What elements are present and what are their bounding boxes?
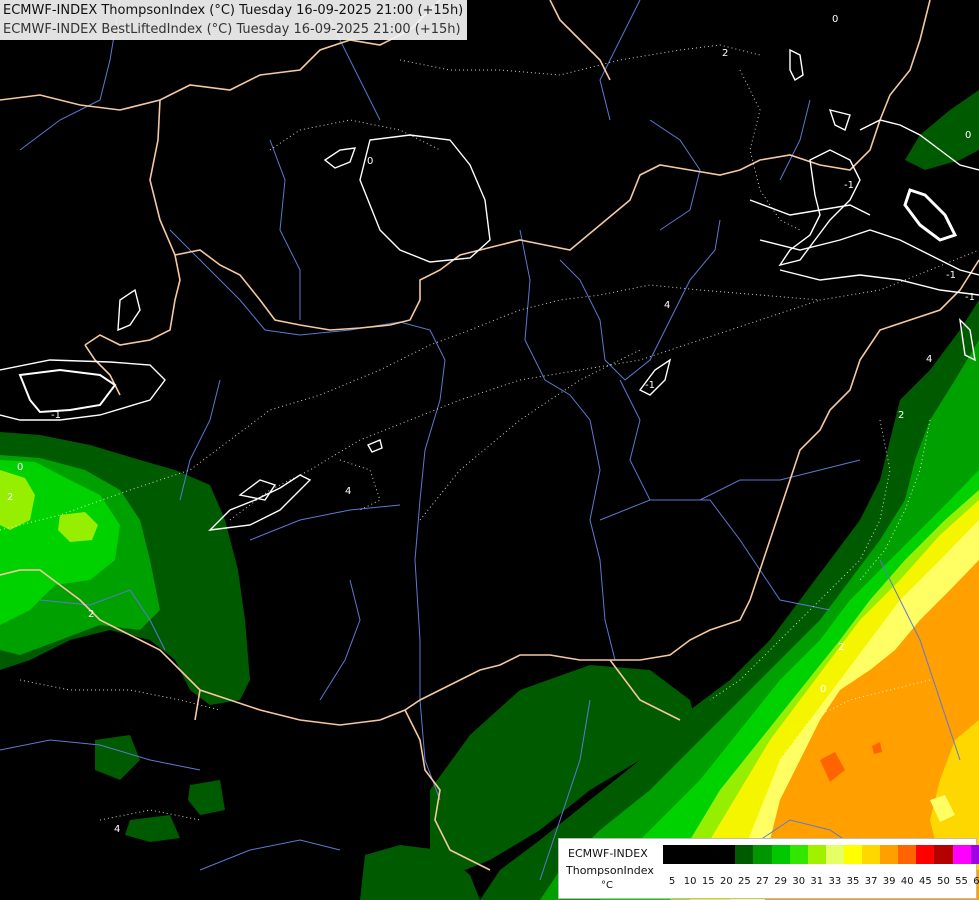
legend-tick-label: 35 (846, 876, 860, 887)
legend-swatch (970, 845, 979, 864)
color-legend: ECMWF-INDEX ThompsonIndex °C 5 10 15 20 25 27… (558, 838, 979, 899)
legend-swatch (898, 845, 917, 864)
legend-tick-label: 39 (882, 876, 896, 887)
legend-swatch (789, 845, 808, 864)
contour-label: -1 (645, 380, 655, 391)
legend-tick-label: 40 (900, 876, 914, 887)
legend-swatch (663, 845, 682, 864)
legend-swatch (934, 845, 953, 864)
legend-tick-label: 33 (828, 876, 842, 887)
contour-label: 0 (17, 462, 23, 473)
legend-title: ECMWF-INDEX (568, 847, 648, 860)
legend-tick-label: 55 (955, 876, 968, 887)
contour-label: -1 (844, 180, 854, 191)
legend-tick-label: 29 (774, 876, 787, 887)
contour-label: 4 (926, 354, 932, 365)
contour-label: 0 (367, 156, 373, 167)
legend-swatch (699, 845, 718, 864)
legend-swatch (681, 845, 700, 864)
legend-tick-label: 30 (792, 876, 806, 887)
legend-tick-label: 31 (810, 876, 824, 887)
contour-label: 4 (345, 486, 351, 497)
legend-swatch (753, 845, 772, 864)
legend-swatch (862, 845, 881, 864)
contour-label: -1 (965, 292, 975, 303)
contour-label: 4 (114, 824, 120, 835)
contour-label: 0 (820, 684, 826, 695)
legend-swatch (880, 845, 899, 864)
legend-tick-label: 50 (937, 876, 950, 887)
legend-tick-label: 60 (973, 876, 979, 887)
contour-label: 0 (832, 14, 838, 25)
legend-tick-label: 27 (756, 876, 769, 887)
header-title-thompson: ECMWF-INDEX ThompsonIndex (°C) Tuesday 1… (3, 3, 464, 18)
legend-swatch (735, 845, 754, 864)
contour-label: 2 (838, 642, 844, 653)
contour-label: 0 (965, 130, 971, 141)
contour-label: -1 (51, 410, 61, 421)
legend-tick-label: 20 (719, 876, 733, 887)
contour-label: 2 (88, 609, 94, 620)
legend-tick-label: 37 (864, 876, 878, 887)
contour-label: 4 (664, 300, 670, 311)
legend-tick-label: 15 (701, 876, 715, 887)
map-header: ECMWF-INDEX ThompsonIndex (°C) Tuesday 1… (0, 0, 468, 40)
contour-label: 2 (7, 492, 13, 503)
legend-subtitle: ThompsonIndex (566, 864, 654, 877)
legend-unit: °C (601, 880, 613, 891)
legend-ticks: 5 10 15 20 25 27 29 30 31 33 35 37 39 40 45 50 55 60 (663, 876, 979, 887)
legend-tick-label: 10 (683, 876, 697, 887)
legend-tick-label: 5 (668, 876, 676, 887)
legend-swatch (717, 845, 736, 864)
legend-swatch (843, 845, 863, 864)
contour-label: 2 (898, 410, 904, 421)
legend-swatch (771, 845, 790, 864)
contour-label: 2 (722, 48, 728, 59)
legend-tick-label: 25 (738, 876, 751, 887)
legend-swatch (807, 845, 826, 864)
legend-swatch (825, 845, 844, 864)
legend-swatch (952, 845, 971, 864)
weather-map: 2 0 0 -1 4 -1 0 -1 -1 4 -1 2 4 2 0 2 0 2… (0, 0, 979, 900)
legend-swatch (916, 845, 935, 864)
contour-label: -1 (946, 270, 956, 281)
header-title-bestlifted: ECMWF-INDEX BestLiftedIndex (°C) Tuesday… (3, 22, 461, 37)
legend-color-bar (663, 845, 979, 864)
legend-tick-label: 45 (918, 876, 932, 887)
